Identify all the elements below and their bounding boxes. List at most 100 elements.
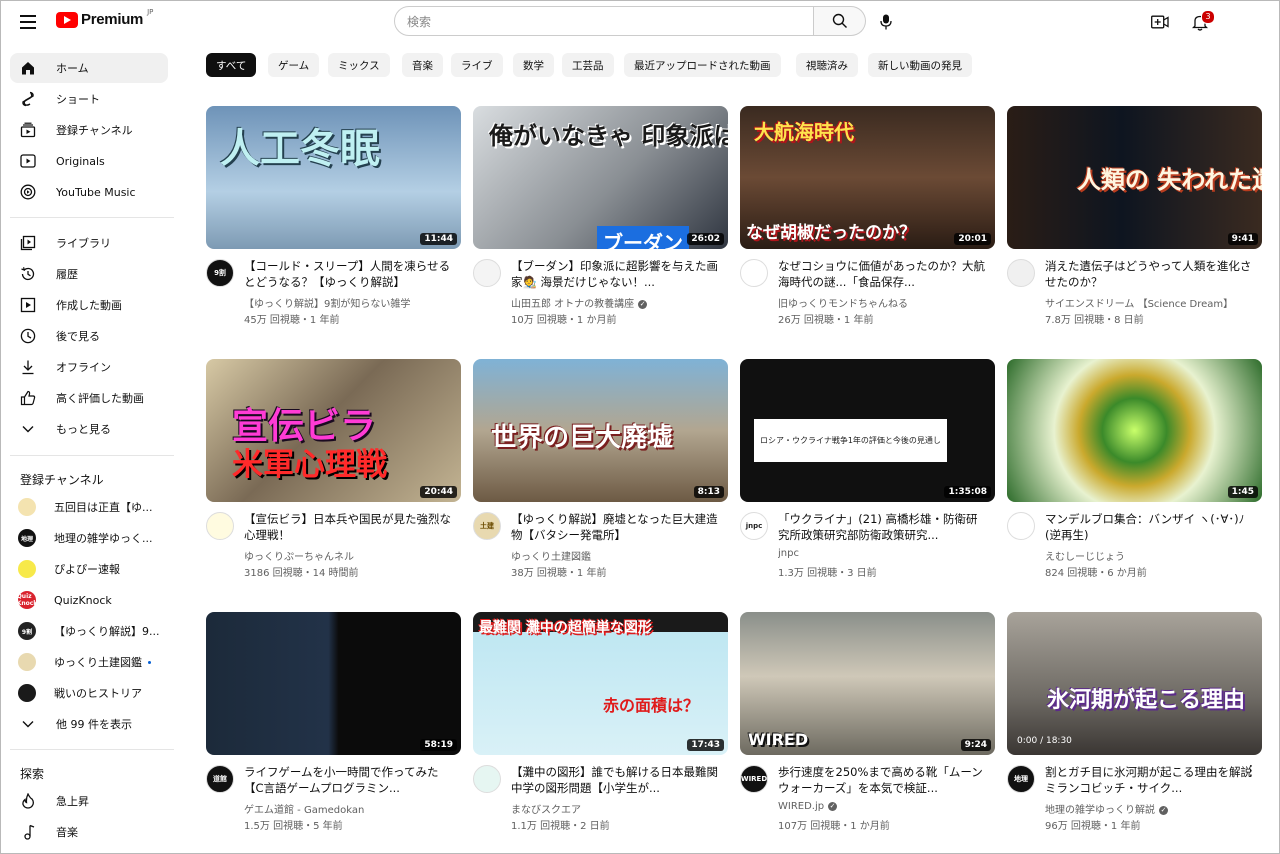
channel-avatar[interactable] [1007, 512, 1035, 540]
sidebar-item-label: ショート [56, 93, 100, 106]
channel-name[interactable]: jnpc [778, 548, 990, 559]
sidebar-item-label: 【ゆっくり解説】9... [54, 625, 160, 638]
channel-avatar [18, 560, 36, 578]
sidebar-item-your-videos[interactable]: 作成した動画 [10, 290, 168, 320]
sidebar-item-label: 急上昇 [56, 795, 89, 808]
filter-chip[interactable]: ゲーム [268, 53, 320, 77]
sidebar-subscription-item[interactable]: ぴよぴー速報 [10, 554, 168, 584]
search-button[interactable] [814, 6, 866, 36]
video-title[interactable]: ライフゲームを小一時間で作ってみた【C言語ゲームプログラミン... [244, 764, 454, 796]
music-icon [20, 184, 36, 200]
thumbnail-subtext: ブーダン [597, 226, 689, 249]
channel-name[interactable]: 地理の雑学ゆっくり解説 ✓ [1045, 801, 1257, 816]
channel-avatar[interactable]: 地理 [1007, 765, 1035, 793]
video-title[interactable]: 【ブーダン】印象派に超影響を与えた画家🧑‍🎨 海景だけじゃない！... [511, 258, 721, 290]
sidebar-item-history[interactable]: 履歴 [10, 259, 168, 289]
hamburger-menu-icon[interactable] [16, 10, 40, 34]
sidebar-subscription-item[interactable]: ゆっくり土建図鑑 [10, 647, 168, 677]
channel-avatar[interactable] [473, 259, 501, 287]
channel-name[interactable]: 旧ゆっくりモンドちゃんねる [778, 295, 990, 310]
filter-chip[interactable]: 視聴済み [796, 53, 858, 77]
filter-chip[interactable]: 最近アップロードされた動画 [624, 53, 781, 77]
more-actions-icon[interactable]: ⋮ [1244, 764, 1258, 778]
video-thumbnail[interactable]: 1:45 [1007, 359, 1262, 502]
channel-avatar[interactable] [206, 512, 234, 540]
channel-name[interactable]: えむしーじじょう [1045, 548, 1257, 563]
sidebar-item-show-more[interactable]: もっと見る [10, 414, 168, 444]
sidebar-item-youtube-music[interactable]: YouTube Music [10, 177, 168, 207]
channel-avatar[interactable]: 道館 [206, 765, 234, 793]
filter-chip[interactable]: 新しい動画の発見 [868, 53, 972, 77]
channel-avatar[interactable]: jnpc [740, 512, 768, 540]
sidebar-subscription-item[interactable]: 五回目は正直【ゆ... [10, 492, 168, 522]
video-thumbnail[interactable]: 最難関 灘中の超簡単な図形 赤の面積は？ 17:43 [473, 612, 728, 755]
sidebar-item-music[interactable]: 音楽 [10, 817, 168, 847]
channel-name[interactable]: まなびスクエア [511, 801, 723, 816]
channel-avatar[interactable] [473, 765, 501, 793]
channel-name[interactable]: 山田五郎 オトナの教養講座 ✓ [511, 295, 723, 310]
channel-name-text: 旧ゆっくりモンドちゃんねる [778, 299, 908, 310]
video-title[interactable]: 「ウクライナ」(21) 高橋杉雄・防衛研究所政策研究部防衛政策研究... [778, 511, 988, 543]
thumbnail-text: 俺がいなきゃ 印象派はねぇ！ [489, 122, 728, 150]
channel-avatar[interactable]: WIRED [740, 765, 768, 793]
sidebar-item-trending[interactable]: 急上昇 [10, 786, 168, 816]
sidebar-subscription-item[interactable]: 戦いのヒストリア [10, 678, 168, 708]
thumbnail-text: 氷河期が起こる理由 [1047, 688, 1246, 713]
channel-name[interactable]: ゆっくりぷーちゃんネル [244, 548, 456, 563]
video-title[interactable]: 歩行速度を250%まで高める靴「ムーンウォーカーズ」を本気で検証... [778, 764, 988, 796]
channel-avatar [18, 653, 36, 671]
sidebar-item-show-more-channels[interactable]: 他 99 件を表示 [10, 709, 168, 739]
video-title[interactable]: 【ゆっくり解説】廃墟となった巨大建造物【バタシー発電所】 [511, 511, 721, 543]
youtube-premium-logo[interactable]: Premium JP [56, 8, 153, 28]
sidebar-subscription-item[interactable]: 地理 地理の雑学ゆっく... [10, 523, 168, 553]
channel-name[interactable]: 【ゆっくり解説】9割が知らない雑学 [244, 295, 456, 310]
channel-avatar[interactable]: 土建 [473, 512, 501, 540]
filter-chip[interactable]: 数学 [513, 53, 554, 77]
sidebar-subscription-item[interactable]: 9割 【ゆっくり解説】9... [10, 616, 168, 646]
sidebar-divider [10, 749, 174, 750]
video-thumbnail[interactable]: 大航海時代 なぜ胡椒だったのか？ 20:01 [740, 106, 995, 249]
video-thumbnail[interactable]: 俺がいなきゃ 印象派はねぇ！ ブーダン26:02 [473, 106, 728, 249]
sidebar-item-library[interactable]: ライブラリ [10, 228, 168, 258]
video-meta: 1.5万 回視聴・5 年前 [244, 821, 343, 832]
video-title[interactable]: 割とガチ目に氷河期が起こる理由を解説 ミランコビッチ・サイク... [1045, 764, 1255, 796]
channel-name[interactable]: WIRED.jp ✓ [778, 801, 990, 812]
video-title[interactable]: 【灘中の図形】誰でも解ける日本最難関中学の図形問題【小学生が... [511, 764, 721, 796]
sidebar-item-subscriptions[interactable]: 登録チャンネル [10, 115, 168, 145]
video-thumbnail[interactable]: 世界の巨大廃墟 8:13 [473, 359, 728, 502]
channel-name[interactable]: サイエンスドリーム 【Science Dream】 [1045, 295, 1257, 310]
create-button[interactable] [1148, 10, 1172, 34]
video-thumbnail[interactable]: 氷河期が起こる理由 0:00 / 18:30 [1007, 612, 1262, 755]
video-title[interactable]: 【宣伝ビラ】日本兵や国民が見た強烈な心理戦！ [244, 511, 454, 543]
video-thumbnail[interactable]: 58:19 [206, 612, 461, 755]
filter-chip[interactable]: 音楽 [402, 53, 443, 77]
channel-name[interactable]: ゲエム道館 - Gamedokan [244, 801, 456, 816]
video-title[interactable]: 【コールド・スリープ】人間を凍らせるとどうなる？【ゆっくり解説】 [244, 258, 454, 290]
sidebar-item-home[interactable]: ホーム [10, 53, 168, 83]
video-thumbnail[interactable]: ロシア・ウクライナ戦争1年の評価と今後の見通し 1:35:08 [740, 359, 995, 502]
video-thumbnail[interactable]: WIRED 9:24 [740, 612, 995, 755]
filter-chip[interactable]: ミックス [328, 53, 390, 77]
channel-avatar[interactable] [740, 259, 768, 287]
sidebar-subscription-item[interactable]: Quiz Knock QuizKnock [10, 585, 168, 615]
channel-avatar[interactable] [1007, 259, 1035, 287]
sidebar-item-offline[interactable]: オフライン [10, 352, 168, 382]
video-title[interactable]: なぜコショウに価値があったのか？大航海時代の謎...「食品保存... [778, 258, 988, 290]
channel-name[interactable]: ゆっくり土建図鑑 [511, 548, 723, 563]
video-thumbnail[interactable]: 宣伝ビラ 米軍心理戦 20:44 [206, 359, 461, 502]
voice-search-button[interactable] [874, 10, 898, 34]
video-title[interactable]: マンデルブロ集合：バンザイ ヽ(･∀･)ﾉ (逆再生) [1045, 511, 1255, 543]
video-thumbnail[interactable]: 人類の 失われた遺伝子 9:41 [1007, 106, 1262, 249]
search-input[interactable]: 検索 [394, 6, 814, 36]
thumbnail-text: WIRED [748, 730, 809, 749]
filter-chip[interactable]: 工芸品 [562, 53, 614, 77]
sidebar-item-watch-later[interactable]: 後で見る [10, 321, 168, 351]
sidebar-item-shorts[interactable]: ショート [10, 84, 168, 114]
filter-chip[interactable]: すべて [206, 53, 257, 77]
filter-chip[interactable]: ライブ [451, 53, 503, 77]
video-thumbnail[interactable]: 人工冬眠 11:44 [206, 106, 461, 249]
channel-avatar[interactable]: 9割 [206, 259, 234, 287]
video-title[interactable]: 消えた遺伝子はどうやって人類を進化させたのか？ [1045, 258, 1255, 290]
sidebar-item-liked-videos[interactable]: 高く評価した動画 [10, 383, 168, 413]
sidebar-item-originals[interactable]: Originals [10, 146, 168, 176]
